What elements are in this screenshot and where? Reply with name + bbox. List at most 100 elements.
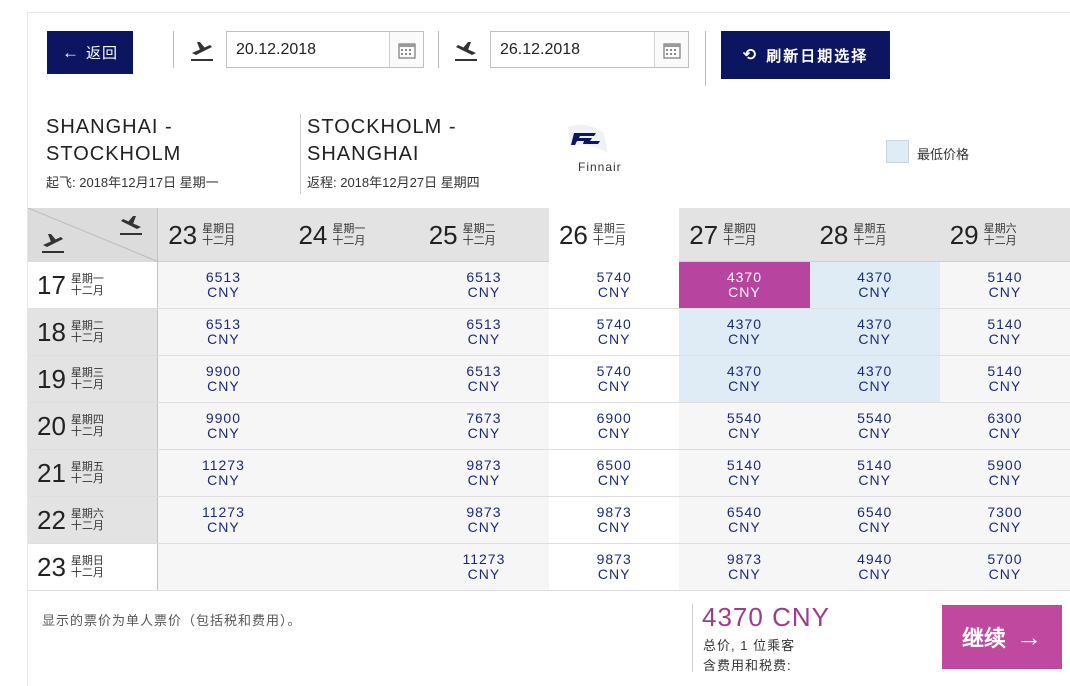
price-amount: 5140 — [987, 269, 1023, 285]
arrow-left-icon: ← — [61, 42, 80, 62]
price-amount: 5140 — [726, 457, 762, 473]
price-cell[interactable]: 5540 CNY — [809, 403, 940, 449]
price-amount: 7673 — [466, 410, 502, 426]
price-cell[interactable]: 11273 CNY — [158, 497, 289, 543]
price-cell[interactable]: 6513 CNY — [418, 262, 550, 308]
price-cell[interactable]: 5140 CNY — [809, 450, 940, 496]
departure-date-field[interactable]: 20.12.2018 — [226, 31, 424, 68]
row-header-23[interactable]: 23 星期日 十二月 — [28, 544, 159, 590]
column-header-29[interactable]: 29 星期六 十二月 — [940, 208, 1070, 262]
continue-button[interactable]: 继续 → — [942, 605, 1062, 669]
price-cell[interactable]: 5540 CNY — [679, 403, 810, 449]
column-month: 十二月 — [983, 235, 1017, 247]
price-cell[interactable]: 5740 CNY — [549, 262, 680, 308]
price-cell[interactable]: 11273 CNY — [158, 450, 289, 496]
departure-date-value: 20.12.2018 — [236, 40, 317, 58]
price-cell[interactable]: 7300 CNY — [939, 497, 1070, 543]
column-weekday: 星期二 — [462, 223, 496, 235]
empty-price-cell — [288, 450, 419, 496]
total-price: 4370 CNY — [702, 602, 830, 632]
row-day-label: 星期日 十二月 — [71, 555, 104, 579]
price-currency: CNY — [988, 472, 1022, 488]
price-cell[interactable]: 4370 CNY — [679, 309, 810, 355]
row-header-17[interactable]: 17 星期一 十二月 — [28, 262, 159, 308]
price-cell[interactable]: 4370 CNY — [809, 262, 940, 308]
row-header-19[interactable]: 19 星期三 十二月 — [28, 356, 159, 402]
price-cell[interactable]: 4370 CNY — [679, 356, 810, 402]
price-currency: CNY — [467, 425, 501, 441]
table-row: 19 星期三 十二月 9900 CNY 6513 CNY 5740 CNY 4370 CNY 4370… — [28, 356, 1070, 403]
row-day-label: 星期五 十二月 — [71, 461, 104, 485]
price-cell[interactable]: 7673 CNY — [418, 403, 550, 449]
price-cell[interactable]: 5740 CNY — [549, 356, 680, 402]
price-cell[interactable]: 4370 CNY — [809, 356, 940, 402]
price-cell[interactable]: 4940 CNY — [809, 544, 940, 590]
price-cell[interactable]: 6540 CNY — [679, 497, 810, 543]
row-weekday: 星期六 — [70, 508, 104, 520]
column-header-25[interactable]: 25 星期二 十二月 — [419, 208, 549, 262]
price-cell[interactable]: 9873 CNY — [418, 450, 550, 496]
price-amount: 6300 — [987, 410, 1023, 426]
row-header-18[interactable]: 18 星期二 十二月 — [28, 309, 159, 355]
row-day: 23 — [37, 551, 66, 582]
price-currency: CNY — [467, 284, 501, 300]
price-cell[interactable]: 9873 CNY — [418, 497, 550, 543]
price-cell[interactable]: 6540 CNY — [809, 497, 940, 543]
price-cell[interactable]: 5140 CNY — [939, 262, 1070, 308]
price-cell[interactable]: 5700 CNY — [939, 544, 1070, 590]
price-currency: CNY — [858, 519, 891, 535]
price-cell[interactable]: 5140 CNY — [939, 356, 1070, 402]
price-currency: CNY — [597, 519, 631, 535]
empty-price-cell — [288, 262, 419, 308]
price-cell[interactable]: 6900 CNY — [549, 403, 680, 449]
price-cell[interactable]: 9873 CNY — [549, 497, 680, 543]
price-cell[interactable]: 5140 CNY — [939, 309, 1070, 355]
calendar-icon[interactable] — [654, 32, 688, 67]
grid-corner — [28, 208, 159, 262]
column-month: 十二月 — [332, 235, 366, 247]
price-cell[interactable]: 5140 CNY — [679, 450, 810, 496]
price-calendar-grid: 23 星期日 十二月 24 星期一 十二月 25 星期二 十二月 26 星期三 十二月 27 星期四 十二月… — [28, 208, 1070, 591]
price-cell[interactable]: 6500 CNY — [549, 450, 680, 496]
row-header-21[interactable]: 21 星期五 十二月 — [28, 450, 159, 496]
price-currency: CNY — [728, 331, 761, 347]
column-month: 十二月 — [853, 235, 887, 247]
column-header-26[interactable]: 26 星期三 十二月 — [548, 208, 680, 262]
back-button[interactable]: ← 返回 — [47, 31, 133, 74]
price-amount: 5900 — [987, 457, 1023, 473]
price-amount: 9873 — [466, 504, 502, 520]
price-amount: 6513 — [466, 316, 502, 332]
empty-price-cell — [288, 544, 419, 590]
price-cell[interactable]: 9900 CNY — [158, 403, 289, 449]
column-weekday: 星期日 — [202, 223, 236, 235]
price-cell[interactable]: 11273 CNY — [418, 544, 550, 590]
price-amount: 11273 — [201, 457, 245, 473]
price-cell[interactable]: 5740 CNY — [549, 309, 680, 355]
selected-price-cell[interactable]: 4370 CNY — [679, 262, 810, 308]
column-day-label: 星期六 十二月 — [984, 223, 1017, 247]
column-header-27[interactable]: 27 星期四 十二月 — [679, 208, 809, 262]
price-cell[interactable]: 6513 CNY — [418, 309, 550, 355]
price-cell[interactable]: 4370 CNY — [809, 309, 940, 355]
price-cell[interactable]: 6300 CNY — [939, 403, 1070, 449]
price-cell[interactable]: 9873 CNY — [549, 544, 680, 590]
column-day: 28 — [819, 219, 849, 250]
row-header-20[interactable]: 20 星期四 十二月 — [28, 403, 159, 449]
price-cell[interactable]: 6513 CNY — [418, 356, 550, 402]
column-header-24[interactable]: 24 星期一 十二月 — [288, 208, 418, 262]
grid-body: 17 星期一 十二月 6513 CNY 6513 CNY 5740 CNY 4370 CNY 4370… — [28, 262, 1070, 591]
row-header-22[interactable]: 22 星期六 十二月 — [28, 497, 159, 543]
price-cell[interactable]: 5900 CNY — [939, 450, 1070, 496]
return-date-value: 26.12.2018 — [500, 40, 581, 58]
calendar-icon[interactable] — [389, 32, 423, 67]
price-cell[interactable]: 9873 CNY — [679, 544, 810, 590]
row-month: 十二月 — [70, 332, 104, 344]
price-cell[interactable]: 6513 CNY — [158, 309, 289, 355]
column-header-23[interactable]: 23 星期日 十二月 — [158, 208, 288, 262]
price-cell[interactable]: 9900 CNY — [158, 356, 289, 402]
return-date-field[interactable]: 26.12.2018 — [490, 31, 689, 68]
refresh-icon: ⟲ — [742, 47, 759, 64]
refresh-dates-button[interactable]: ⟲ 刷新日期选择 — [721, 31, 890, 79]
column-header-28[interactable]: 28 星期五 十二月 — [809, 208, 939, 262]
price-cell[interactable]: 6513 CNY — [158, 262, 289, 308]
